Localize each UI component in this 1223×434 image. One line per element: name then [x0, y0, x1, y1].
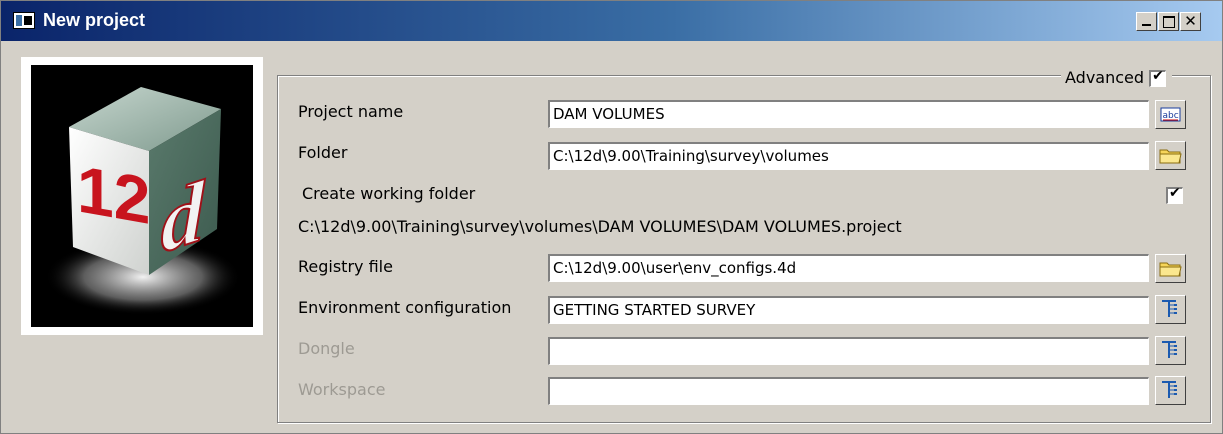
tree-list-icon	[1162, 300, 1177, 317]
dongle-tree-button[interactable]	[1155, 336, 1186, 365]
environment-tree-button[interactable]	[1155, 295, 1186, 324]
new-project-dialog: New project ✕ 12 d Advanced ✔ Project na…	[0, 0, 1223, 434]
workspace-label: Workspace	[298, 380, 386, 399]
advanced-checkbox[interactable]	[1149, 68, 1167, 87]
app-window-icon	[13, 12, 35, 29]
folder-icon	[1159, 149, 1182, 164]
workspace-tree-button[interactable]	[1155, 376, 1186, 405]
folder-browse-button[interactable]	[1155, 141, 1186, 170]
logo-number-text: 12	[77, 153, 150, 239]
tree-list-icon	[1162, 341, 1177, 358]
folder-label: Folder	[298, 143, 348, 162]
minimize-button[interactable]	[1136, 12, 1157, 31]
registry-file-label: Registry file	[298, 257, 393, 276]
advanced-label: Advanced	[1065, 68, 1145, 87]
workspace-field[interactable]	[548, 377, 1149, 405]
close-icon: ✕	[1184, 12, 1197, 30]
environment-configuration-field[interactable]: GETTING STARTED SURVEY	[548, 296, 1149, 324]
spellcheck-button[interactable]: abc	[1155, 100, 1186, 129]
project-name-field[interactable]: DAM VOLUMES	[548, 100, 1149, 128]
project-path-text: C:\12d\9.00\Training\survey\volumes\DAM …	[298, 217, 902, 236]
create-working-folder-checkbox[interactable]	[1166, 185, 1183, 204]
folder-icon	[1159, 262, 1182, 277]
spellcheck-icon: abc	[1160, 107, 1181, 122]
12d-cube-logo: 12 d	[31, 65, 253, 327]
create-working-folder-label: Create working folder	[302, 184, 476, 203]
maximize-button[interactable]	[1158, 12, 1179, 31]
window-title: New project	[43, 10, 146, 30]
folder-field[interactable]: C:\12d\9.00\Training\survey\volumes	[548, 142, 1149, 170]
dongle-label: Dongle	[298, 339, 355, 358]
registry-browse-button[interactable]	[1155, 254, 1186, 283]
close-button[interactable]: ✕	[1180, 12, 1201, 31]
logo-frame: 12 d	[21, 57, 263, 335]
registry-file-field[interactable]: C:\12d\9.00\user\env_configs.4d	[548, 254, 1149, 282]
advanced-toggle[interactable]: Advanced	[1061, 65, 1173, 89]
title-bar[interactable]: New project ✕	[1, 1, 1222, 41]
project-name-label: Project name	[298, 102, 404, 121]
logo-letter-text: d	[161, 162, 206, 272]
dongle-field[interactable]	[548, 337, 1149, 365]
tree-list-icon	[1162, 381, 1177, 398]
environment-configuration-label: Environment configuration	[298, 298, 512, 317]
